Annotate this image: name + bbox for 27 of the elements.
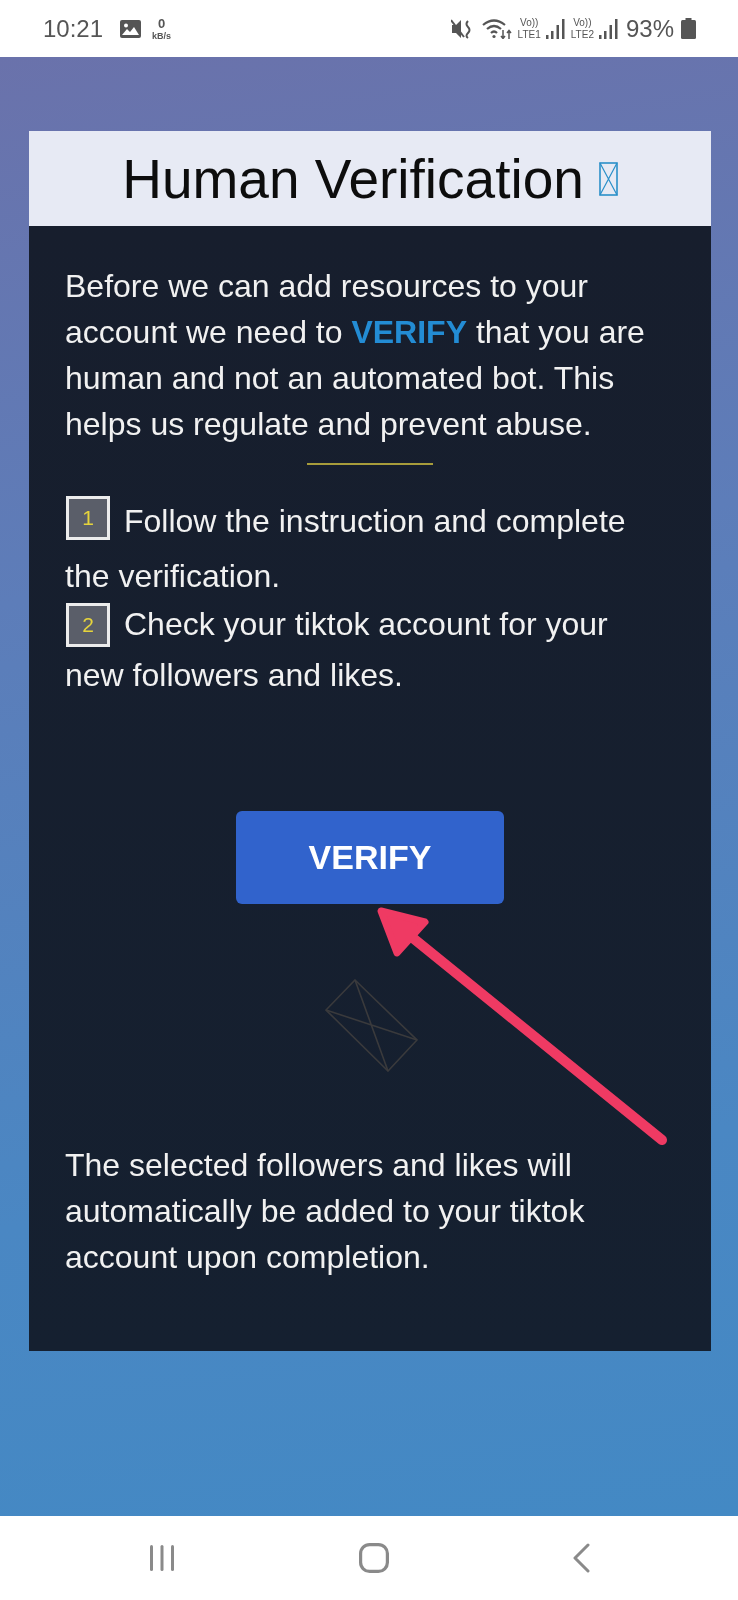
- network-type-label: LTE1: [517, 29, 541, 40]
- crossed-box-icon: [324, 978, 418, 1072]
- page-title: Human Verification: [122, 146, 584, 211]
- wifi-icon: [481, 18, 512, 39]
- network-speed-unit: kB/s: [152, 31, 172, 41]
- step-number: 1: [66, 496, 110, 540]
- step-number: 2: [66, 602, 110, 647]
- network-type-label: LTE2: [570, 29, 594, 40]
- recent-apps-icon[interactable]: [148, 1544, 175, 1572]
- signal-icon: [545, 18, 565, 39]
- back-icon[interactable]: [572, 1543, 590, 1573]
- verify-button[interactable]: VERIFY: [236, 810, 504, 904]
- intro-text: Before we can add resources to your account we need to VERIFY that you are human and not an automated bot. This helps us regulate and prevent abuse.: [65, 267, 646, 444]
- volte-label: Vo)): [573, 17, 592, 28]
- crossed-box-icon: [598, 161, 618, 196]
- battery-percent: 93%: [625, 14, 674, 43]
- home-icon[interactable]: [358, 1543, 389, 1573]
- clock-time: 10:21: [43, 14, 104, 43]
- muted-speaker-icon: [450, 18, 473, 39]
- image-icon: [120, 19, 142, 38]
- network-speed-value: 0: [157, 16, 166, 30]
- signal-icon: [598, 18, 618, 39]
- step-text: 1 Follow the instruction and complete the verification.: [65, 496, 665, 600]
- step-text: 2 Check your tiktok account for your new followers and likes.: [65, 600, 665, 699]
- volte-label: Vo)): [520, 17, 539, 28]
- note-text: The selected followers and likes will automatically be added to your tiktok account upon completion.: [65, 1145, 586, 1277]
- battery-icon: [681, 18, 696, 39]
